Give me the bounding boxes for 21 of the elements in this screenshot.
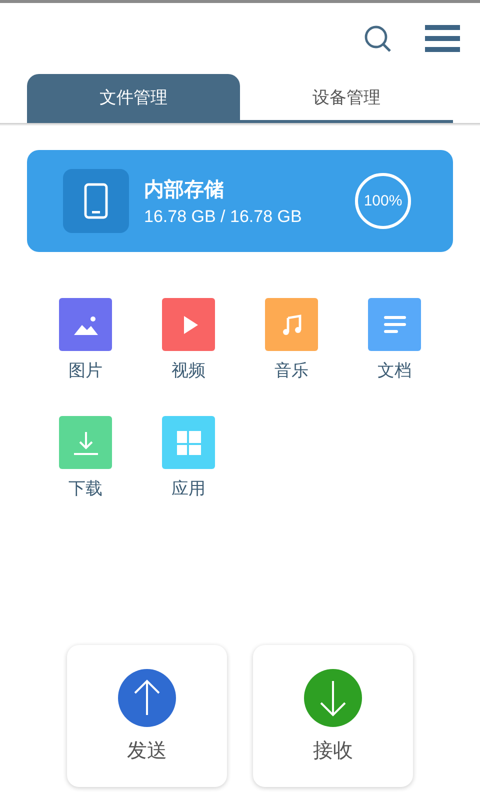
category-label: 图片: [68, 360, 102, 382]
category-label: 应用: [172, 478, 206, 500]
image-icon[interactable]: [59, 298, 112, 351]
category-label: 音乐: [274, 360, 308, 382]
music-icon[interactable]: [265, 298, 318, 351]
storage-title: 内部存储: [144, 176, 224, 202]
storage-usage: 16.78 GB / 16.78 GB: [144, 206, 302, 226]
category-label: 视频: [172, 360, 206, 382]
menu-icon[interactable]: [425, 25, 460, 52]
phone-icon: [63, 169, 129, 233]
category-label: 下载: [68, 478, 102, 500]
apps-icon[interactable]: [162, 416, 215, 469]
receive-button[interactable]: 接收: [253, 645, 413, 787]
download-icon[interactable]: [59, 416, 112, 469]
document-icon[interactable]: [368, 298, 421, 351]
tab[interactable]: 文件管理: [27, 74, 240, 120]
send-button[interactable]: 发送: [67, 645, 227, 787]
usage-percent: 100%: [364, 192, 402, 210]
search-icon[interactable]: [363, 24, 393, 54]
category-label: 文档: [378, 360, 412, 382]
video-icon[interactable]: [162, 298, 215, 351]
